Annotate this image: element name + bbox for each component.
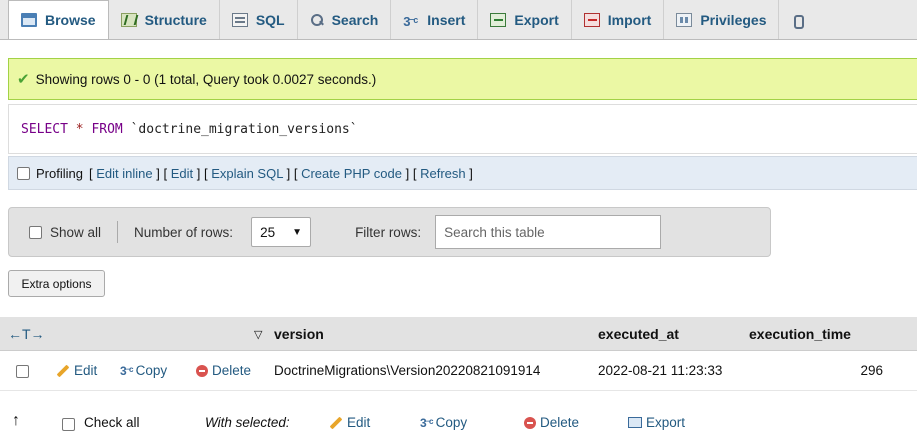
row-delete-button[interactable]: Delete <box>196 363 251 378</box>
cell-version: DoctrineMigrations\Version20220821091914 <box>274 363 541 378</box>
sql-table-name: `doctrine_migration_versions` <box>130 121 358 137</box>
success-message: ✔ Showing rows 0 - 0 (1 total, Query too… <box>8 58 917 100</box>
sql-query-box: SELECT * FROM `doctrine_migration_versio… <box>8 104 917 154</box>
check-icon: ✔ <box>17 71 30 88</box>
column-header-version[interactable]: version <box>274 326 324 342</box>
import-icon <box>583 12 600 27</box>
bulk-export-label: Export <box>646 415 686 430</box>
row-edit-button[interactable]: Edit <box>56 363 97 378</box>
extra-options-button[interactable]: Extra options <box>8 270 105 297</box>
search-icon <box>310 13 324 27</box>
tab-browse[interactable]: Browse <box>8 0 109 39</box>
show-all-checkbox[interactable] <box>29 225 42 239</box>
bulk-delete-button[interactable]: Delete <box>524 415 579 430</box>
column-header-execution-time[interactable]: execution_time <box>749 326 851 342</box>
delete-icon <box>524 416 536 429</box>
table-row: Edit 3⁻ᶜ Copy Delete DoctrineMigrations\… <box>0 351 917 391</box>
tab-sql[interactable]: SQL <box>220 0 298 39</box>
sql-star: * <box>75 121 84 137</box>
navigation-bar: Show all Number of rows: 25 ▼ Filter row… <box>8 207 771 257</box>
check-all-checkbox[interactable] <box>62 418 75 431</box>
tab-label: Import <box>607 11 652 28</box>
show-all-label: Show all <box>50 224 102 240</box>
cell-executed-at: 2022-08-21 11:23:33 <box>598 363 723 378</box>
table-header: ←T→ ▽ version executed_at execution_time <box>0 317 917 351</box>
filter-label: Filter rows: <box>355 224 422 240</box>
tab-label: Export <box>514 11 559 28</box>
tab-label: Privileges <box>700 11 767 28</box>
bulk-edit-button[interactable]: Edit <box>329 415 370 430</box>
insert-icon: 3⁻ᶜ <box>403 13 418 29</box>
operations-icon <box>791 13 805 29</box>
tab-export[interactable]: Export <box>478 0 572 39</box>
with-selected-label: With selected: <box>205 415 290 430</box>
rows-label: Number of rows: <box>134 224 234 240</box>
create-php-code-link[interactable]: Create PHP code <box>301 166 402 181</box>
copy-icon: 3⁻ᶜ <box>120 363 134 378</box>
cell-execution-time: 296 <box>860 363 883 378</box>
filter-rows-input[interactable] <box>435 215 662 249</box>
copy-label: Copy <box>135 363 168 378</box>
profiling-label: Profiling <box>36 165 83 181</box>
bulk-copy-button[interactable]: 3⁻ᶜ Copy <box>420 415 467 430</box>
tab-bar: Browse Structure SQL Search 3⁻ᶜ Insert E… <box>0 0 917 40</box>
refresh-link[interactable]: Refresh <box>420 166 466 181</box>
tab-label: Search <box>331 11 379 28</box>
explain-sql-link[interactable]: Explain SQL <box>211 166 283 181</box>
column-arrows[interactable]: ←T→ <box>8 326 45 342</box>
profiling-checkbox[interactable] <box>17 166 30 180</box>
tab-insert[interactable]: 3⁻ᶜ Insert <box>391 0 479 39</box>
sql-keyword-select: SELECT <box>21 121 68 137</box>
copy-icon: 3⁻ᶜ <box>420 415 434 430</box>
tab-privileges[interactable]: Privileges <box>664 0 780 39</box>
divider <box>117 221 119 243</box>
bulk-edit-label: Edit <box>347 415 371 430</box>
tab-operations[interactable] <box>779 0 805 39</box>
chevron-down-icon: ▼ <box>292 226 303 238</box>
row-checkbox[interactable] <box>16 365 29 378</box>
up-arrow-icon: ↑ <box>12 412 20 429</box>
edit-link[interactable]: Edit <box>171 166 193 181</box>
row-copy-button[interactable]: 3⁻ᶜ Copy <box>120 363 167 378</box>
privileges-icon <box>676 12 693 27</box>
edit-label: Edit <box>74 363 98 378</box>
export-icon <box>628 417 642 428</box>
delete-icon <box>196 364 208 377</box>
status-text: Showing rows 0 - 0 (1 total, Query took … <box>35 71 377 87</box>
pencil-icon <box>56 364 70 377</box>
sql-keyword-from: FROM <box>91 121 123 137</box>
bulk-delete-label: Delete <box>540 415 580 430</box>
tab-search[interactable]: Search <box>298 0 392 39</box>
bulk-export-button[interactable]: Export <box>628 415 685 430</box>
tab-label: Structure <box>144 11 207 28</box>
column-header-executed-at[interactable]: executed_at <box>598 326 679 342</box>
tab-import[interactable]: Import <box>572 0 665 39</box>
bulk-copy-label: Copy <box>435 415 468 430</box>
rows-select-value: 25 <box>260 224 276 240</box>
delete-label: Delete <box>212 363 252 378</box>
tab-structure[interactable]: Structure <box>109 0 220 39</box>
tab-label: SQL <box>255 11 285 28</box>
sort-down-icon[interactable]: ▽ <box>254 328 262 341</box>
browse-icon <box>21 13 37 27</box>
sql-icon <box>231 12 248 27</box>
tab-label: Browse <box>45 12 96 28</box>
profiling-bar: Profiling [ Edit inline ] [ Edit ] [ Exp… <box>8 156 917 190</box>
check-all-label[interactable]: Check all <box>84 415 140 430</box>
rows-select[interactable]: 25 ▼ <box>251 217 312 247</box>
edit-inline-link[interactable]: Edit inline <box>96 166 152 181</box>
structure-icon <box>120 12 137 27</box>
bulk-actions-bar: ↑ Check all With selected: Edit 3⁻ᶜ Copy… <box>0 412 917 433</box>
export-icon <box>490 12 507 27</box>
pencil-icon <box>329 416 343 429</box>
tab-label: Insert <box>427 11 466 28</box>
